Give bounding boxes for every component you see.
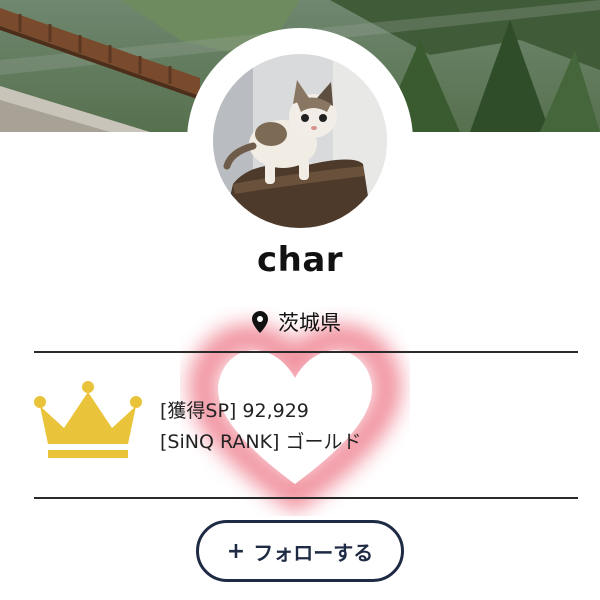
rank-value: ゴールド (285, 431, 362, 453)
follow-button[interactable]: + フォローする (196, 520, 404, 582)
rank-row: [SiNQ RANK] ゴールド (160, 427, 362, 458)
points-label: [獲得SP] (160, 400, 237, 422)
plus-icon: + (226, 538, 246, 564)
rank-label: [SiNQ RANK] (160, 431, 280, 453)
follow-label: フォローする (253, 540, 374, 565)
avatar[interactable] (213, 54, 387, 228)
divider-top (34, 351, 578, 353)
rank-info: [獲得SP] 92,929 [SiNQ RANK] ゴールド (160, 396, 362, 458)
username: char (256, 240, 344, 280)
divider-bottom (34, 497, 578, 499)
map-pin-icon (252, 311, 268, 333)
points-value: 92,929 (242, 400, 309, 422)
location-text: 茨城県 (278, 311, 341, 335)
points-row: [獲得SP] 92,929 (160, 396, 362, 427)
crown-icon (34, 381, 142, 458)
location: 茨城県 (252, 307, 341, 337)
